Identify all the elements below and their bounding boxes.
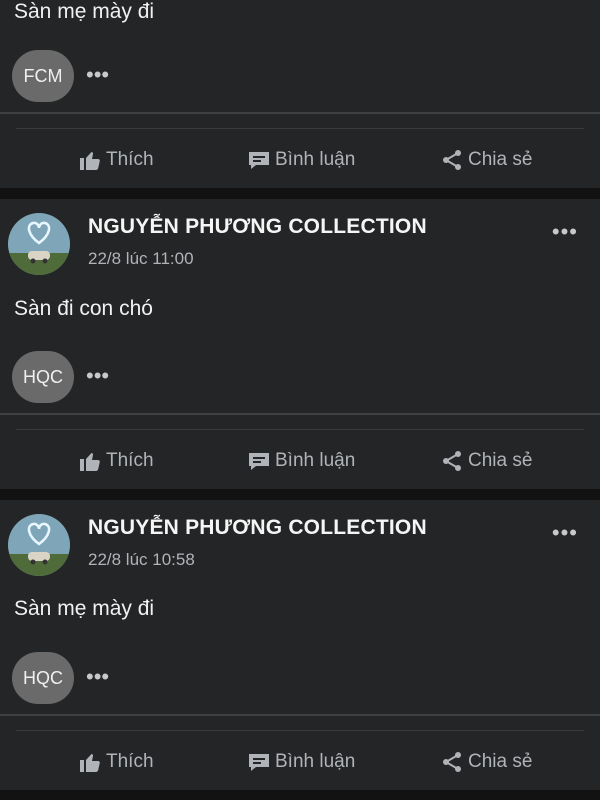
like-button[interactable]: Thích xyxy=(78,132,154,188)
like-label: Thích xyxy=(106,149,154,170)
reply-row: FCM ••• xyxy=(12,50,212,102)
avatar[interactable] xyxy=(8,514,70,576)
author-name[interactable]: NGUYỄN PHƯƠNG COLLECTION xyxy=(88,516,427,540)
like-button[interactable]: Thích xyxy=(78,433,154,489)
post-card: Sàn mẹ mày đi FCM ••• Thích Bình luận Ch… xyxy=(0,0,600,188)
post-timestamp[interactable]: 22/8 lúc 11:00 xyxy=(88,249,194,269)
comment-bubble-icon xyxy=(249,754,269,771)
share-button[interactable]: Chia sẻ xyxy=(440,734,532,790)
reply-more-button[interactable]: ••• xyxy=(86,62,109,88)
comment-button[interactable]: Bình luận xyxy=(247,734,355,790)
divider xyxy=(16,429,584,430)
share-label: Chia sẻ xyxy=(468,149,533,170)
comment-button[interactable]: Bình luận xyxy=(247,433,355,489)
divider xyxy=(16,730,584,731)
like-button[interactable]: Thích xyxy=(78,734,154,790)
action-bar: Thích Bình luận Chia sẻ xyxy=(0,433,600,489)
more-options-button[interactable]: ••• xyxy=(552,520,578,546)
share-icon xyxy=(443,150,461,170)
share-button[interactable]: Chia sẻ xyxy=(440,132,532,188)
post-card: NGUYỄN PHƯƠNG COLLECTION 22/8 lúc 10:58 … xyxy=(0,500,600,790)
like-label: Thích xyxy=(106,450,154,471)
thumbs-up-icon xyxy=(80,152,100,170)
reply-more-button[interactable]: ••• xyxy=(86,363,109,389)
reply-more-button[interactable]: ••• xyxy=(86,664,109,690)
divider xyxy=(0,413,600,415)
reply-row: HQC ••• xyxy=(12,652,212,704)
action-bar: Thích Bình luận Chia sẻ xyxy=(0,132,600,188)
comment-label: Bình luận xyxy=(275,751,356,772)
avatar[interactable] xyxy=(8,213,70,275)
share-label: Chia sẻ xyxy=(468,751,533,772)
divider xyxy=(0,112,600,114)
comment-label: Bình luận xyxy=(275,149,356,170)
thumbs-up-icon xyxy=(80,453,100,471)
thumbs-up-icon xyxy=(80,754,100,772)
comment-button[interactable]: Bình luận xyxy=(247,132,355,188)
reply-author-badge[interactable]: FCM xyxy=(12,50,74,102)
more-options-button[interactable]: ••• xyxy=(552,219,578,245)
share-icon xyxy=(443,752,461,772)
author-name[interactable]: NGUYỄN PHƯƠNG COLLECTION xyxy=(88,215,427,239)
post-text: Sàn mẹ mày đi xyxy=(14,597,155,620)
post-text: Sàn mẹ mày đi xyxy=(14,0,155,23)
like-label: Thích xyxy=(106,751,154,772)
comment-bubble-icon xyxy=(249,453,269,470)
action-bar: Thích Bình luận Chia sẻ xyxy=(0,734,600,790)
post-card: NGUYỄN PHƯƠNG COLLECTION 22/8 lúc 11:00 … xyxy=(0,199,600,489)
share-button[interactable]: Chia sẻ xyxy=(440,433,532,489)
comment-label: Bình luận xyxy=(275,450,356,471)
post-text: Sàn đi con chó xyxy=(14,297,153,320)
reply-row: HQC ••• xyxy=(12,351,212,403)
post-timestamp[interactable]: 22/8 lúc 10:58 xyxy=(88,550,195,570)
share-icon xyxy=(443,451,461,471)
reply-author-badge[interactable]: HQC xyxy=(12,652,74,704)
divider xyxy=(16,128,584,129)
comment-bubble-icon xyxy=(249,152,269,169)
post-header: NGUYỄN PHƯƠNG COLLECTION 22/8 lúc 11:00 … xyxy=(0,213,600,283)
share-label: Chia sẻ xyxy=(468,450,533,471)
reply-author-badge[interactable]: HQC xyxy=(12,351,74,403)
divider xyxy=(0,714,600,716)
post-header: NGUYỄN PHƯƠNG COLLECTION 22/8 lúc 10:58 … xyxy=(0,514,600,584)
